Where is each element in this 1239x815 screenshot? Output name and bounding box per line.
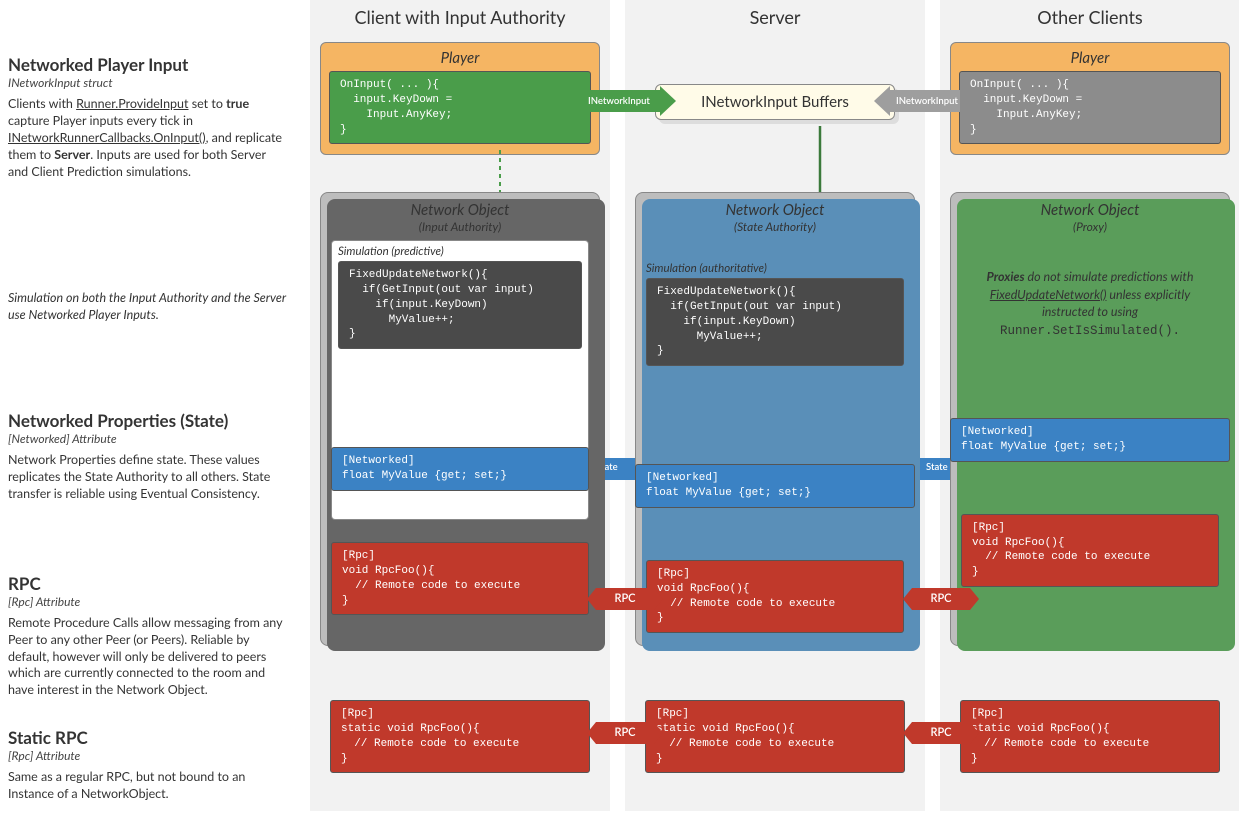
section-input: Networked Player Input INetworkInput str… xyxy=(8,54,288,180)
input-sub: INetworkInput struct xyxy=(8,75,288,90)
netobj-client: Network Object (Input Authority) Simulat… xyxy=(320,192,600,646)
section-srpc: Static RPC [Rpc] Attribute Same as a reg… xyxy=(8,727,288,803)
networked-code-server: [Networked] float MyValue {get; set;} xyxy=(635,464,915,508)
srpc-sub: [Rpc] Attribute xyxy=(8,748,288,763)
tag-rpc-2: RPC xyxy=(912,588,970,610)
props-title: Networked Properties (State) xyxy=(8,410,288,431)
buffer-box: INetworkInput Buffers xyxy=(655,84,895,120)
netobj-sub-client: (Input Authority) xyxy=(331,219,589,234)
col-hdr-other: Other Clients xyxy=(940,6,1239,28)
netobj-title-o: Network Object xyxy=(961,201,1219,219)
label-state-2: State xyxy=(926,462,948,473)
player-box-other: Player OnInput( ... ){ input.KeyDown = I… xyxy=(950,42,1230,155)
netobj-server: Network Object (State Authority) Simulat… xyxy=(635,192,915,646)
rpc-code-client: [Rpc] void RpcFoo(){ // Remote code to e… xyxy=(331,542,589,615)
rpc-body: Remote Procedure Calls allow messaging f… xyxy=(8,615,288,699)
tag-rpc-1: RPC xyxy=(596,588,654,610)
label-inet-2: INetworkInput xyxy=(896,96,958,107)
section-rpc: RPC [Rpc] Attribute Remote Procedure Cal… xyxy=(8,573,288,699)
srpc-title: Static RPC xyxy=(8,727,288,748)
srpc-code-client: [Rpc] static void RpcFoo(){ // Remote co… xyxy=(330,700,590,773)
player-title: Player xyxy=(329,49,591,67)
netobj-sub-server: (State Authority) xyxy=(646,219,904,234)
tag-srpc-2: RPC xyxy=(912,722,970,744)
section-props: Networked Properties (State) [Networked]… xyxy=(8,410,288,503)
input-body: Clients with Runner.ProvideInput set to … xyxy=(8,96,288,180)
col-hdr-server: Server xyxy=(625,6,925,28)
fun-code-server: FixedUpdateNetwork(){ if(GetInput(out va… xyxy=(646,278,904,366)
netobj-other: Network Object (Proxy) Proxies do not si… xyxy=(950,192,1230,646)
rpc-title: RPC xyxy=(8,573,288,594)
player-box-client: Player OnInput( ... ){ input.KeyDown = I… xyxy=(320,42,600,155)
networked-code-client: [Networked] float MyValue {get; set;} xyxy=(331,447,589,491)
player-title-other: Player xyxy=(959,49,1221,67)
label-inet-1: INetworkInput xyxy=(588,96,650,107)
fun-code-client: FixedUpdateNetwork(){ if(GetInput(out va… xyxy=(338,261,582,349)
oninput-code-client: OnInput( ... ){ input.KeyDown = Input.An… xyxy=(329,71,591,144)
proxy-note: Proxies do not simulate predictions with… xyxy=(961,240,1219,368)
oninput-code-other: OnInput( ... ){ input.KeyDown = Input.An… xyxy=(959,71,1221,144)
section-sim: Simulation on both the Input Authority a… xyxy=(8,290,288,324)
sim-box-client: Simulation (predictive) FixedUpdateNetwo… xyxy=(331,240,589,520)
input-title: Networked Player Input xyxy=(8,54,288,75)
srpc-body: Same as a regular RPC, but not bound to … xyxy=(8,769,288,803)
rpc-code-other: [Rpc] void RpcFoo(){ // Remote code to e… xyxy=(961,514,1219,587)
tag-srpc-1: RPC xyxy=(596,722,654,744)
srpc-code-server: [Rpc] static void RpcFoo(){ // Remote co… xyxy=(645,700,905,773)
srpc-code-other: [Rpc] static void RpcFoo(){ // Remote co… xyxy=(960,700,1220,773)
networked-code-other: [Networked] float MyValue {get; set;} xyxy=(950,418,1230,462)
rpc-sub: [Rpc] Attribute xyxy=(8,594,288,609)
netobj-title: Network Object xyxy=(331,201,589,219)
col-hdr-client: Client with Input Authority xyxy=(310,6,610,28)
netobj-sub-other: (Proxy) xyxy=(961,219,1219,234)
props-body: Network Properties define state. These v… xyxy=(8,452,288,503)
netobj-title-s: Network Object xyxy=(646,201,904,219)
sim-body: Simulation on both the Input Authority a… xyxy=(8,290,288,324)
rpc-code-server: [Rpc] void RpcFoo(){ // Remote code to e… xyxy=(646,560,904,633)
sim-lbl-server: Simulation (authoritative) xyxy=(646,262,904,275)
props-sub: [Networked] Attribute xyxy=(8,431,288,446)
sim-lbl-client: Simulation (predictive) xyxy=(338,245,582,258)
